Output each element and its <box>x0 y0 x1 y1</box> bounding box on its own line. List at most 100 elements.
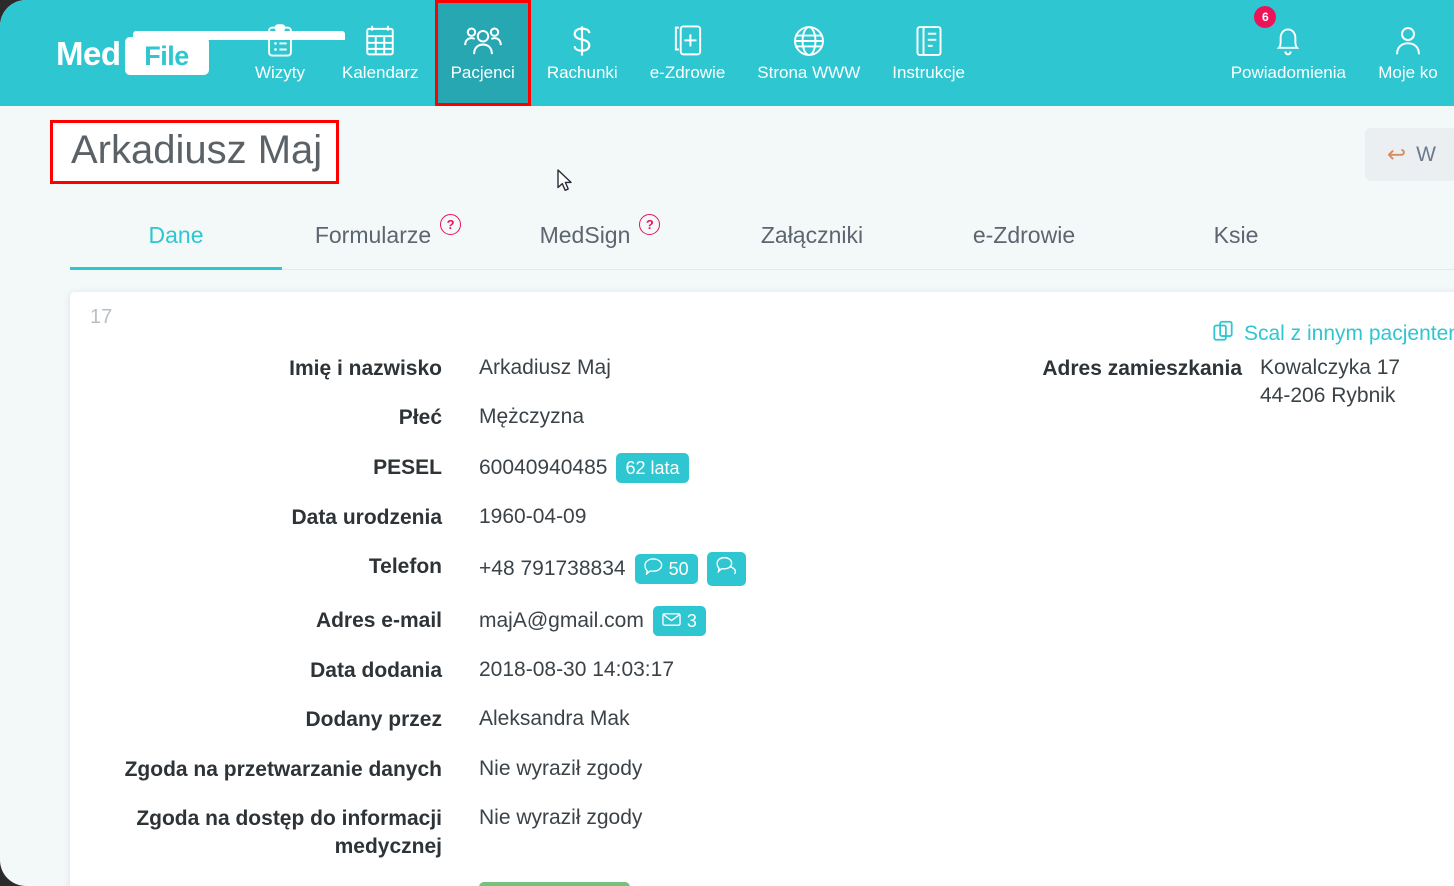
tab-label: e-Zdrowie <box>972 222 1076 248</box>
field-label: Adres zamieszkania <box>1042 357 1242 380</box>
tab-label: Ksie <box>1213 222 1259 248</box>
field-row: PESEL 60040940485 62 lata <box>70 452 1030 483</box>
field-text: Aleksandra Mak <box>479 707 630 731</box>
field-label: Zgoda na dostęp do informacji medycznej <box>136 806 442 859</box>
field-row: Telefon +48 791738834 50 <box>70 552 1030 586</box>
field-row: Data dodania 2018-08-30 14:03:17 <box>70 656 1030 685</box>
field-text: 60040940485 <box>479 455 608 479</box>
email-count: 3 <box>686 610 697 631</box>
field-text: majA@gmail.com <box>479 608 644 632</box>
secondary-nav: 6 Powiadomienia Moje ko <box>1215 0 1454 106</box>
nav-item-pacjenci[interactable]: Pacjenci <box>434 0 531 106</box>
field-value: Nie wyraził zgody <box>442 804 642 832</box>
nav-label: Moje ko <box>1378 62 1438 82</box>
sms-bubble-icon <box>643 557 663 581</box>
copy-icon <box>1213 320 1235 348</box>
nav-label: Wizyty <box>254 62 306 82</box>
field-text: Mężczyzna <box>479 405 585 429</box>
logo-folder-icon: File <box>124 31 345 75</box>
chat-badge[interactable] <box>706 552 746 586</box>
field-value: 1960-04-09 <box>442 503 586 531</box>
age-badge: 62 lata <box>616 452 689 483</box>
logo-text-file: File <box>144 40 189 71</box>
user-icon <box>1393 24 1423 58</box>
back-button-label: W <box>1416 142 1436 166</box>
dollar-icon <box>569 24 595 58</box>
record-number: 17 <box>90 306 113 328</box>
merge-patient-link[interactable]: Scal z innym pacjentem <box>1213 320 1454 348</box>
help-icon[interactable]: ? <box>639 214 661 235</box>
field-text: Nie wyraził zgody <box>479 756 643 780</box>
address-line-2: 44-206 Rybnik <box>1260 384 1396 408</box>
field-row: Imię i nazwisko Arkadiusz Maj <box>70 354 1030 383</box>
field-row: Adres zamieszkania Kowalczyka 17 44-206 … <box>1030 354 1454 411</box>
tab-e-zdrowie[interactable]: e-Zdrowie <box>918 202 1130 269</box>
calendar-icon <box>364 24 396 58</box>
nav-item-wizyty[interactable]: Wizyty <box>234 0 326 106</box>
logo-text-med: Med <box>56 34 121 72</box>
nav-item-strona-www[interactable]: Strona WWW <box>741 0 876 106</box>
field-row: Adres e-mail majA@gmail.com 3 <box>70 605 1030 636</box>
help-icon[interactable]: ? <box>440 214 462 235</box>
field-text: 1960-04-09 <box>479 504 587 528</box>
field-value: +48 791738834 50 <box>442 552 746 586</box>
field-label: Imię i nazwisko <box>289 357 442 380</box>
field-row: Zgoda na dostęp do informacji medycznej … <box>70 804 1030 862</box>
primary-nav: Wizyty Kalendarz Pacjenci Rachunki e-Zdr… <box>234 0 981 106</box>
globe-icon <box>792 24 826 58</box>
field-text: Arkadiusz Maj <box>479 356 611 379</box>
nav-label: Instrukcje <box>892 62 965 82</box>
field-text: 2018-08-30 14:03:17 <box>479 657 674 681</box>
tab-medsign[interactable]: MedSign ? <box>494 202 706 269</box>
sms-count-badge[interactable]: 50 <box>634 553 698 585</box>
nav-item-powiadomienia[interactable]: 6 Powiadomienia <box>1215 0 1362 106</box>
field-value: Mężczyzna <box>442 403 584 431</box>
notification-badge: 6 <box>1254 6 1277 28</box>
field-text: Nie wyraził zgody <box>479 805 643 829</box>
tab-formularze[interactable]: Formularze ? <box>282 202 494 269</box>
envelope-icon <box>662 609 681 633</box>
back-arrow-icon: ↩ <box>1386 141 1407 167</box>
nav-item-kalendarz[interactable]: Kalendarz <box>326 0 435 106</box>
book-icon <box>915 24 943 58</box>
tab-ksiega[interactable]: Ksie <box>1130 202 1342 269</box>
patient-details-card: 17 Scal z innym pacjentem Imię i nazwisk… <box>70 292 1454 886</box>
nav-item-rachunki[interactable]: Rachunki <box>531 0 634 106</box>
clipboard-icon <box>265 23 295 58</box>
consent-badge: Wyraził zgodę <box>479 881 631 886</box>
back-button[interactable]: ↩ W <box>1364 128 1454 181</box>
field-label: Zgoda na wysyłanie wiadomości SMS <box>70 882 442 886</box>
top-navigation-bar: Med File Wizyty Kalendarz Pacjenci Rachu… <box>0 0 1454 106</box>
page-title: Arkadiusz Maj <box>50 120 340 184</box>
field-row: Zgoda na przetwarzanie danych Nie wyrazi… <box>70 755 1030 784</box>
nav-item-moje-konto[interactable]: Moje ko <box>1362 0 1454 106</box>
patient-tabs: Dane Formularze ? MedSign ? Załączniki e… <box>70 202 1454 270</box>
sms-count: 50 <box>668 558 689 579</box>
field-value: majA@gmail.com 3 <box>442 605 706 636</box>
field-value: Arkadiusz Maj <box>442 354 611 382</box>
field-label: Zgoda na przetwarzanie danych <box>124 757 442 781</box>
field-row: Data urodzenia 1960-04-09 <box>70 503 1030 532</box>
tab-dane[interactable]: Dane <box>70 202 282 270</box>
field-label: Płeć <box>398 406 442 430</box>
app-logo[interactable]: Med File <box>0 0 345 106</box>
field-label: PESEL <box>373 455 442 479</box>
tab-zalaczniki[interactable]: Załączniki <box>706 202 918 269</box>
users-icon <box>463 24 502 58</box>
nav-label: Kalendarz <box>342 62 419 82</box>
field-label: Data urodzenia <box>291 505 442 529</box>
field-value: Aleksandra Mak <box>442 705 630 733</box>
mouse-cursor <box>557 169 575 199</box>
chat-bubbles-icon <box>716 556 737 581</box>
field-value: 2018-08-30 14:03:17 <box>442 656 674 684</box>
page-title-bar: Arkadiusz Maj ↩ W <box>0 106 1454 202</box>
tab-label: MedSign <box>539 222 631 248</box>
field-value: Nie wyraził zgody <box>442 755 642 783</box>
nav-label: Powiadomienia <box>1230 62 1346 82</box>
nav-item-e-zdrowie[interactable]: e-Zdrowie <box>634 0 742 106</box>
nav-item-instrukcje[interactable]: Instrukcje <box>876 0 981 106</box>
field-row: Zgoda na wysyłanie wiadomości SMS Wyrazi… <box>70 881 1030 886</box>
details-columns: Imię i nazwisko Arkadiusz Maj Płeć Mężcz… <box>70 306 1454 886</box>
email-count-badge[interactable]: 3 <box>652 605 706 636</box>
field-value: Kowalczyka 17 44-206 Rybnik <box>1242 354 1400 411</box>
